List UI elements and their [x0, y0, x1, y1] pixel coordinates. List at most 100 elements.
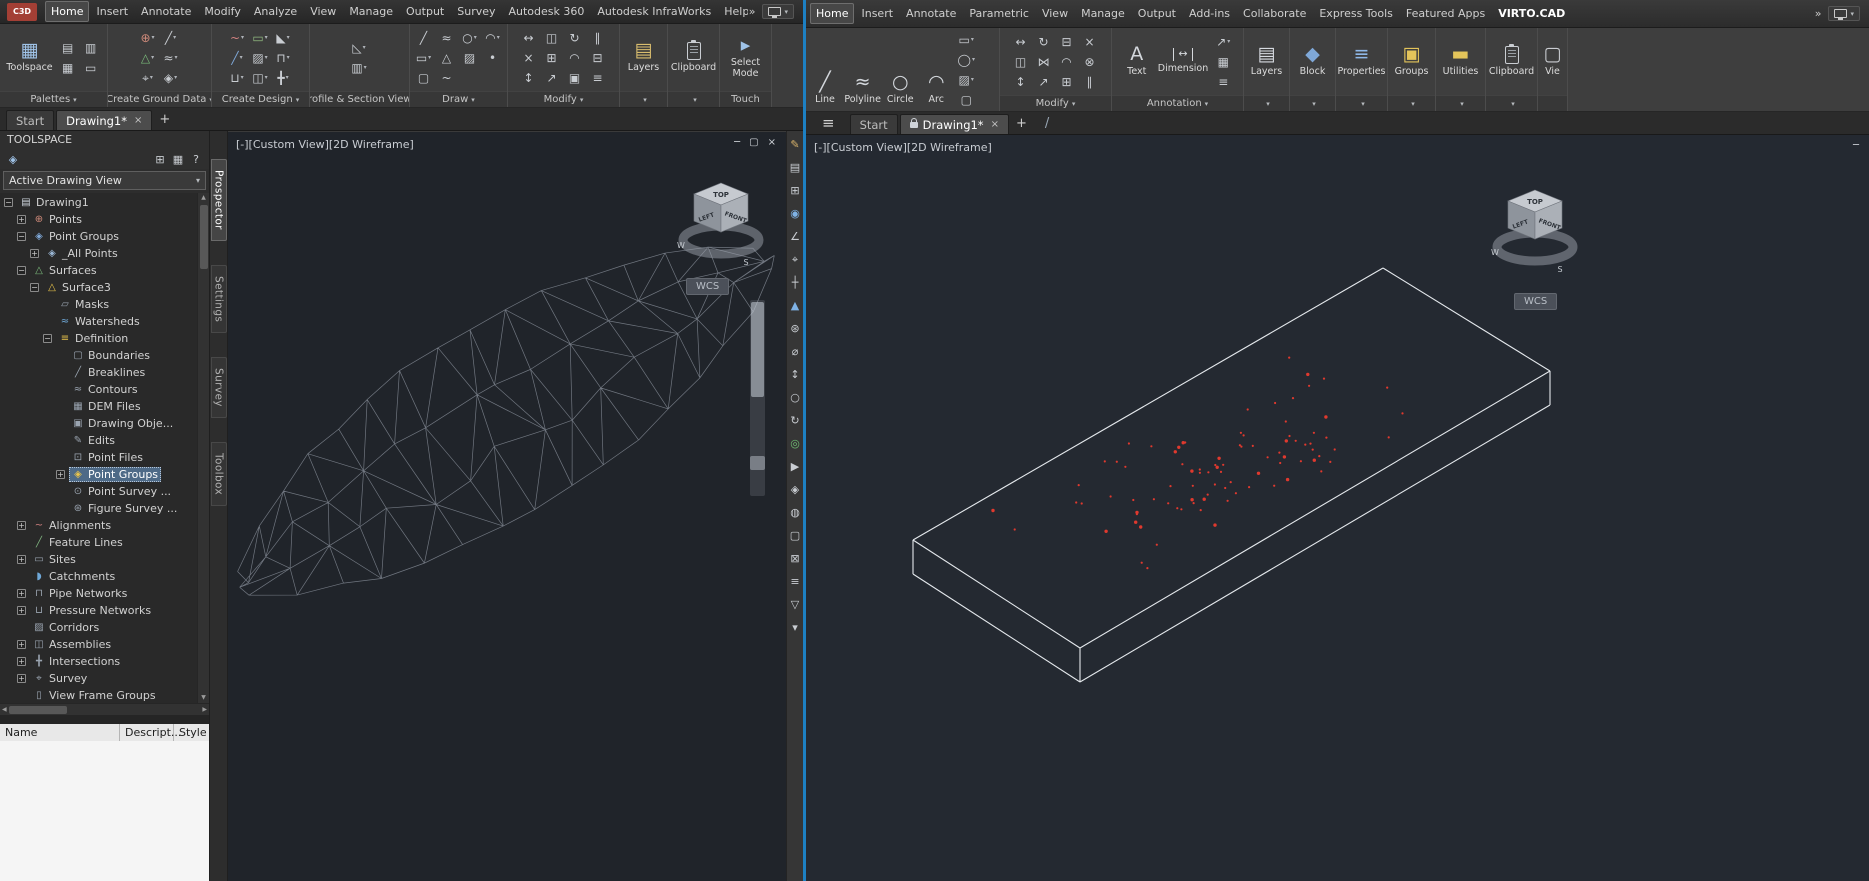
help-icon[interactable]: ? — [187, 151, 205, 167]
expand-icon[interactable]: + — [56, 470, 65, 479]
rotate-icon[interactable]: ↻ — [564, 28, 586, 47]
hatch-icon[interactable]: ▨ ▾ — [955, 70, 977, 89]
tool-palettes-icon[interactable]: ▥ — [80, 38, 102, 57]
tree-item-survey[interactable]: + ⌖ Survey — [0, 670, 197, 687]
menu-item-insert[interactable]: Insert — [855, 3, 899, 24]
menu-item-autodesk-infraworks[interactable]: Autodesk InfraWorks — [591, 1, 717, 22]
offset-icon[interactable]: ∥ — [587, 28, 609, 47]
line-button[interactable]: ╱ Line — [808, 71, 842, 107]
pressure-network-icon[interactable]: ⊔ ▾ — [226, 68, 248, 87]
ellipse-icon[interactable]: ◯ ▾ — [955, 50, 977, 69]
menu-item-home[interactable]: Home — [45, 1, 90, 22]
grid-column-descript[interactable]: Descript... — [120, 724, 181, 741]
stretch-icon[interactable]: ↕ — [518, 68, 540, 87]
isolate-icon[interactable]: ◍ — [788, 505, 803, 520]
menu-item-autodesk-360[interactable]: Autodesk 360 — [503, 1, 591, 22]
pipe-network-icon[interactable]: ⊓ ▾ — [272, 48, 294, 67]
side-tab-settings[interactable]: Settings — [210, 264, 227, 334]
assembly-icon[interactable]: ◫ ▾ — [249, 68, 271, 87]
panel-label-profile-section-views[interactable]: Profile & Section Views — [310, 91, 409, 107]
tree-item-point-files[interactable]: ⊡ Point Files — [0, 449, 197, 466]
tree-item-contours[interactable]: ≈ Contours — [0, 381, 197, 398]
tree-item-catchments[interactable]: ◗ Catchments — [0, 568, 197, 585]
panel-label-touch[interactable]: Touch — [720, 91, 771, 107]
left-viewport[interactable]: [-][Custom View][2D Wireframe] ─ ▢ × TOP… — [228, 131, 786, 881]
units-icon[interactable]: ⌀ — [788, 344, 803, 359]
command-line-icon[interactable]: ▭ — [80, 58, 102, 77]
wcs-badge[interactable]: WCS — [1514, 293, 1558, 310]
array-icon[interactable]: ⊞ — [1056, 72, 1078, 91]
polar-icon[interactable]: ∠ — [788, 229, 803, 244]
tree-item-view-frame-groups[interactable]: ▯ View Frame Groups — [0, 687, 197, 703]
collapse-icon[interactable]: − — [30, 283, 39, 292]
side-tab-toolbox[interactable]: Toolbox — [210, 442, 227, 507]
collapse-icon[interactable]: − — [17, 266, 26, 275]
panel-label-create-ground-data[interactable]: Create Ground Data▾ — [108, 91, 211, 107]
scroll-down-icon[interactable]: ▼ — [201, 693, 206, 703]
fillet-icon[interactable]: ◠ — [564, 48, 586, 67]
menu-item-collaborate[interactable]: Collaborate — [1237, 3, 1312, 24]
corridor-icon[interactable]: ▨ ▾ — [249, 48, 271, 67]
compass-west-label[interactable]: W — [677, 241, 685, 250]
orbit-icon[interactable]: ↻ — [788, 413, 803, 428]
scroll-left-icon[interactable]: ◀ — [2, 705, 7, 715]
scrollbar-handle[interactable] — [750, 456, 765, 470]
compass-south-label[interactable]: S — [743, 258, 748, 267]
menu-item-manage[interactable]: Manage — [1075, 3, 1131, 24]
expand-icon[interactable]: + — [17, 589, 26, 598]
expand-icon[interactable]: + — [17, 657, 26, 666]
panel-label-view[interactable] — [1538, 95, 1567, 111]
panel-label-annotation[interactable]: Annotation ▾ — [1112, 95, 1243, 111]
expand-icon[interactable]: + — [17, 640, 26, 649]
text-style-icon[interactable]: ≡ — [1212, 72, 1234, 91]
array-icon[interactable]: ⊞ — [541, 48, 563, 67]
stretch-icon[interactable]: ↕ — [1010, 72, 1032, 91]
tree-item-intersections[interactable]: + ╋ Intersections — [0, 653, 197, 670]
menu-item-view[interactable]: View — [1036, 3, 1074, 24]
profile-icon[interactable]: ╱ ▾ — [226, 48, 248, 67]
panel-label-clipboard[interactable]: ▾ — [1486, 95, 1537, 111]
arc-icon[interactable]: ◠ ▾ — [482, 28, 504, 47]
tree-item-breaklines[interactable]: ╱ Breaklines — [0, 364, 197, 381]
menu-item-help[interactable]: Help — [718, 1, 748, 22]
viewport-scrollbar[interactable] — [750, 300, 765, 496]
panel-label-palettes[interactable]: Palettes ▾ — [0, 91, 107, 107]
offset-icon[interactable]: ∥ — [1079, 72, 1101, 91]
menu-item-analyze[interactable]: Analyze — [248, 1, 303, 22]
clipboard-button[interactable]: Clipboard — [1488, 43, 1535, 79]
expand-icon[interactable]: + — [17, 674, 26, 683]
tree-item-definition[interactable]: − ≡ Definition — [0, 330, 197, 347]
panel-label-block[interactable]: ▾ — [1290, 95, 1335, 111]
traverse-icon[interactable]: ≈ ▾ — [160, 48, 182, 67]
layer-icon[interactable]: ▤ — [788, 160, 803, 175]
tree-item-alignments[interactable]: + ~ Alignments — [0, 517, 197, 534]
intersection-icon[interactable]: ╋ ▾ — [272, 68, 294, 87]
tree-item-drawing-obje[interactable]: ▣ Drawing Obje... — [0, 415, 197, 432]
profile-view-icon[interactable]: ◺ ▾ — [348, 38, 370, 57]
showmotion-icon[interactable]: ▶ — [788, 459, 803, 474]
tree-item-all-points[interactable]: + ◈ _All Points — [0, 245, 197, 262]
match-properties-icon[interactable]: ▣ — [564, 68, 586, 87]
table-icon[interactable]: ▦ — [1212, 52, 1234, 71]
view-button[interactable]: ▢ Vie — [1536, 43, 1570, 79]
minimize-button[interactable]: ─ — [1853, 140, 1859, 151]
menu-item-parametric[interactable]: Parametric — [963, 3, 1035, 24]
points-menu-icon[interactable]: ⊕ ▾ — [137, 28, 159, 47]
leader-icon[interactable]: ↗ ▾ — [1212, 32, 1234, 51]
pin-icon[interactable]: ◈ — [4, 151, 22, 167]
tree-item-point-groups[interactable]: − ◈ Point Groups — [0, 228, 197, 245]
new-tab-button[interactable]: + — [1016, 116, 1027, 131]
copy-icon[interactable]: ◫ — [541, 28, 563, 47]
preview-icon[interactable]: ▦ — [169, 151, 187, 167]
compass-west-label[interactable]: W — [1491, 248, 1499, 257]
expand-icon[interactable]: + — [17, 521, 26, 530]
scrollbar-thumb[interactable] — [199, 205, 208, 269]
menu-item-annotate[interactable]: Annotate — [900, 3, 962, 24]
erase-icon[interactable]: × — [518, 48, 540, 67]
tree-item-point-survey[interactable]: ⊙ Point Survey ... — [0, 483, 197, 500]
rectangle-icon[interactable]: ▭ ▾ — [413, 48, 435, 67]
circle-icon[interactable]: ○ ▾ — [459, 28, 481, 47]
panel-label-create-design[interactable]: Create Design ▾ — [212, 91, 309, 107]
menu-item-output[interactable]: Output — [400, 1, 450, 22]
panel-label-utilities[interactable]: ▾ — [1436, 95, 1485, 111]
